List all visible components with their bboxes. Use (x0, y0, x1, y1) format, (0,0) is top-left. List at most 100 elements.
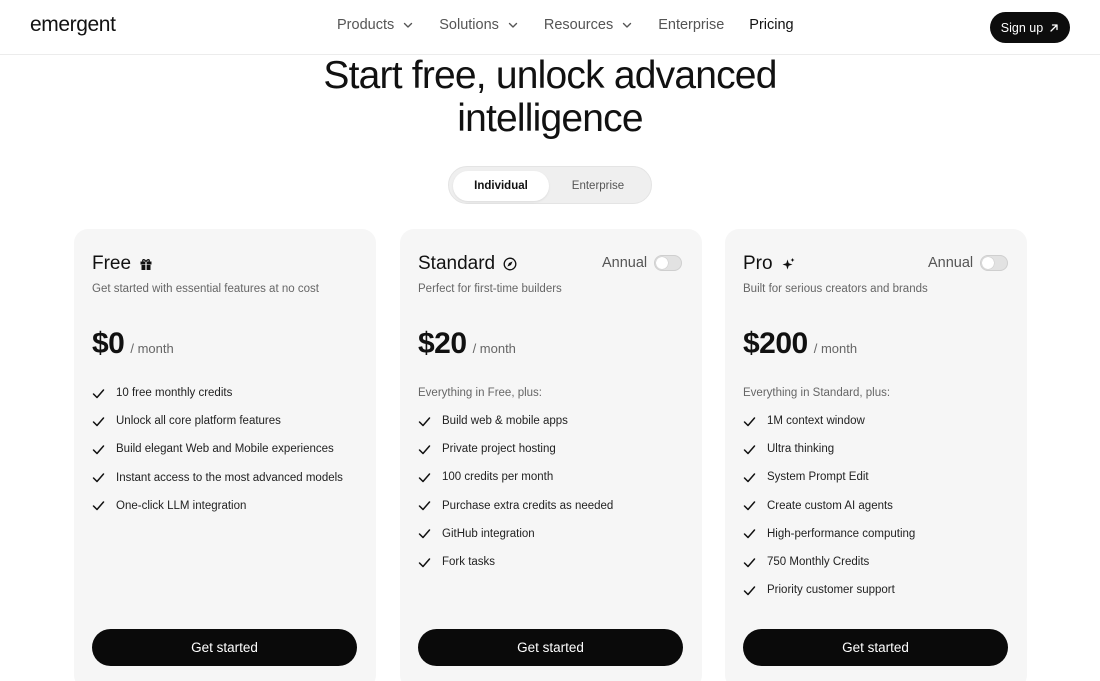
feature-item: One-click LLM integration (92, 492, 343, 520)
check-icon (418, 499, 442, 512)
plan-price: $200 / month (743, 327, 857, 361)
plan-type-toggle: Individual Enterprise (448, 166, 652, 204)
get-started-button-pro[interactable]: Get started (743, 629, 1008, 666)
feature-list: 10 free monthly credits Unlock all core … (92, 379, 343, 520)
feature-label: Build web & mobile apps (442, 415, 568, 428)
price-period: / month (813, 341, 858, 356)
feature-label: Purchase extra credits as needed (442, 499, 614, 512)
annual-label: Annual (602, 255, 648, 271)
check-icon (743, 415, 767, 428)
chevron-down-icon (623, 22, 632, 28)
feature-item: Unlock all core platform features (92, 407, 343, 435)
nav-resources-label: Resources (543, 17, 614, 33)
tab-individual[interactable]: Individual (453, 171, 549, 201)
feature-label: Private project hosting (442, 443, 556, 456)
feature-item: High-performance computing (743, 520, 915, 548)
get-started-button-free[interactable]: Get started (92, 629, 357, 666)
feature-item: 100 credits per month (418, 463, 613, 491)
check-icon (743, 499, 767, 512)
nav-products[interactable]: Products (337, 17, 414, 33)
feature-label: Instant access to the most advanced mode… (116, 471, 343, 484)
price-period: / month (130, 341, 174, 356)
tab-enterprise[interactable]: Enterprise (549, 171, 647, 201)
annual-switch[interactable] (654, 255, 683, 271)
feature-list: Build web & mobile apps Private project … (418, 407, 613, 576)
feature-label: Fork tasks (442, 556, 496, 569)
annual-billing-toggle: Annual (928, 255, 1009, 271)
nav-resources[interactable]: Resources (544, 17, 633, 33)
plan-card-pro: Pro Annual Built for serious creators an… (725, 229, 1027, 681)
feature-item: 10 free monthly credits (92, 379, 343, 407)
feature-label: Create custom AI agents (767, 499, 893, 512)
plan-card-standard: Standard Annual Perfect for first-time b… (400, 229, 702, 681)
feature-item: Build web & mobile apps (418, 407, 613, 435)
nav-pricing-label: Pricing (749, 17, 794, 33)
check-icon (92, 471, 116, 484)
price-value: $20 (418, 327, 467, 360)
plan-name-label: Standard (418, 253, 496, 274)
includes-previous: Everything in Standard, plus: (743, 387, 891, 399)
sign-up-button[interactable]: Sign up (990, 12, 1070, 43)
feature-item: Build elegant Web and Mobile experiences (92, 435, 343, 463)
check-icon (92, 415, 116, 428)
check-icon (92, 499, 116, 512)
feature-label: 100 credits per month (442, 471, 554, 484)
feature-item: System Prompt Edit (743, 463, 915, 491)
check-icon (92, 443, 116, 456)
feature-list: 1M context window Ultra thinking System … (743, 407, 915, 604)
plan-card-free: Free Get started with essential features… (74, 229, 376, 681)
feature-item: Ultra thinking (743, 435, 915, 463)
check-icon (743, 527, 767, 540)
feature-label: Build elegant Web and Mobile experiences (116, 443, 334, 456)
nav-solutions[interactable]: Solutions (439, 17, 519, 33)
feature-item: Purchase extra credits as needed (418, 492, 613, 520)
check-icon (418, 471, 442, 484)
check-icon (418, 556, 442, 569)
annual-label: Annual (928, 255, 974, 271)
price-value: $0 (92, 327, 125, 360)
nav-products-label: Products (337, 17, 395, 33)
page-title-line-2: intelligence (457, 97, 643, 140)
check-icon (92, 387, 116, 400)
feature-item: Private project hosting (418, 435, 613, 463)
plan-name-label: Pro (743, 253, 773, 274)
page-title-line-1: Start free, unlock advanced (323, 54, 777, 97)
check-icon (418, 415, 442, 428)
plan-description: Perfect for first-time builders (418, 283, 562, 295)
plan-description: Built for serious creators and brands (743, 283, 928, 295)
check-icon (743, 584, 767, 597)
logo[interactable]: emergent (30, 13, 116, 37)
feature-label: System Prompt Edit (767, 471, 869, 484)
sign-up-label: Sign up (1000, 20, 1044, 35)
feature-label: 1M context window (767, 415, 865, 428)
plan-name: Free (92, 253, 153, 275)
nav-solutions-label: Solutions (439, 17, 499, 33)
price-value: $200 (743, 327, 808, 360)
annual-billing-toggle: Annual (602, 255, 683, 271)
check-icon (743, 471, 767, 484)
feature-item: 1M context window (743, 407, 915, 435)
includes-previous: Everything in Free, plus: (418, 387, 543, 399)
plan-price: $20 / month (418, 327, 516, 361)
feature-label: 750 Monthly Credits (767, 556, 870, 569)
nav-links: Products Solutions Resources Enterprise … (337, 17, 819, 33)
plan-price: $0 / month (92, 327, 174, 361)
feature-label: High-performance computing (767, 527, 916, 540)
nav-enterprise[interactable]: Enterprise (658, 17, 724, 33)
price-period: / month (472, 341, 516, 356)
nav-pricing[interactable]: Pricing (749, 17, 793, 33)
annual-switch[interactable] (980, 255, 1009, 271)
feature-item: 750 Monthly Credits (743, 548, 915, 576)
chevron-down-icon (508, 22, 518, 28)
feature-label: One-click LLM integration (116, 499, 247, 512)
check-icon (418, 443, 442, 456)
check-icon (743, 443, 767, 456)
feature-item: GitHub integration (418, 520, 613, 548)
sparkle-icon (781, 257, 796, 272)
top-nav: emergent Products Solutions Resources En… (0, 0, 1100, 55)
feature-label: Priority customer support (767, 584, 895, 597)
gift-icon (139, 257, 153, 271)
feature-item: Fork tasks (418, 548, 613, 576)
chevron-down-icon (404, 22, 413, 28)
get-started-button-standard[interactable]: Get started (418, 629, 683, 666)
